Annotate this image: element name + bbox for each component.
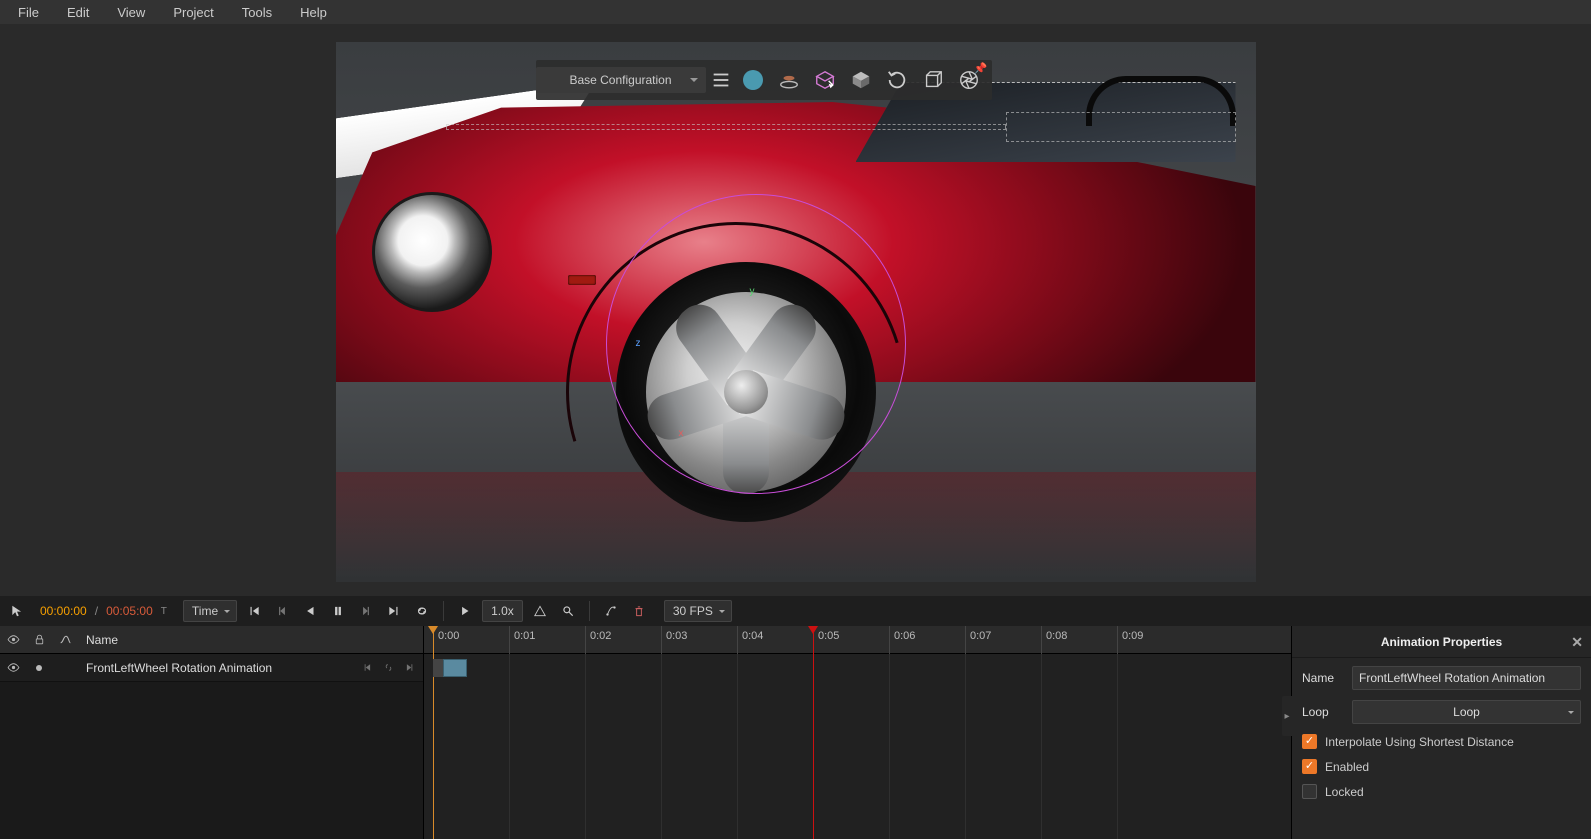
animation-properties-panel: ▸ Animation Properties ✕ Name Loop Loop [1291, 626, 1591, 839]
prop-loop-label: Loop [1302, 705, 1344, 719]
speed-display[interactable]: 1.0x [482, 600, 523, 622]
timeline-clip-row [424, 654, 1291, 682]
shaded-cube-icon[interactable] [844, 63, 878, 97]
car-side-marker [568, 275, 596, 285]
step-forward-button[interactable] [355, 600, 377, 622]
animation-clip[interactable] [443, 659, 467, 677]
close-icon[interactable]: ✕ [1571, 634, 1583, 651]
prop-loop-value: Loop [1453, 705, 1480, 719]
turntable-icon[interactable] [772, 63, 806, 97]
menu-file[interactable]: File [4, 2, 53, 23]
curve-column-icon[interactable] [52, 633, 78, 646]
transport-bar: 00:00:00 / 00:05:00 T Time 1.0x 30 FPS [0, 596, 1591, 626]
time-mode-dropdown[interactable]: Time [183, 600, 237, 622]
lock-column-icon[interactable] [26, 633, 52, 646]
prop-enabled-label: Enabled [1325, 760, 1369, 774]
fps-dropdown[interactable]: 30 FPS [664, 600, 732, 622]
panel-title-bar: Animation Properties ✕ [1292, 626, 1591, 658]
ruler-tick[interactable]: 0:08 [1041, 626, 1067, 654]
play-reverse-button[interactable] [299, 600, 321, 622]
ruler-tick[interactable]: 0:03 [661, 626, 687, 654]
ruler-tick[interactable]: 0:01 [509, 626, 535, 654]
ruler-tick[interactable]: 0:09 [1117, 626, 1143, 654]
prop-name-label: Name [1302, 671, 1344, 685]
prop-interpolate-label: Interpolate Using Shortest Distance [1325, 735, 1514, 749]
pause-button[interactable] [327, 600, 349, 622]
rotate-icon[interactable] [880, 63, 914, 97]
prop-locked-checkbox[interactable] [1302, 784, 1317, 799]
loop-button[interactable] [411, 600, 433, 622]
menu-project[interactable]: Project [159, 2, 227, 23]
panel-collapse-handle[interactable]: ▸ [1282, 696, 1292, 736]
menu-bar: File Edit View Project Tools Help [0, 0, 1591, 24]
timecode-sep: / [95, 604, 98, 618]
fps-label: 30 FPS [673, 604, 713, 618]
box-icon[interactable] [916, 63, 950, 97]
link-toggle[interactable] [379, 659, 397, 677]
pick-cursor-icon[interactable] [6, 600, 28, 622]
prop-loop-select[interactable]: Loop [1352, 700, 1581, 724]
ruler-tick[interactable]: 0:02 [585, 626, 611, 654]
ruler-tick[interactable]: 0:07 [965, 626, 991, 654]
visibility-column-icon[interactable] [0, 633, 26, 646]
panel-title: Animation Properties [1381, 635, 1502, 649]
prev-key-button[interactable] [359, 659, 377, 677]
track-visibility-toggle[interactable] [0, 661, 26, 674]
select-cube-icon[interactable] [808, 63, 842, 97]
clip-segment[interactable] [433, 659, 443, 677]
animation-panel: 00:00:00 / 00:05:00 T Time 1.0x 30 FPS [0, 596, 1591, 839]
axis-z-label: z [636, 338, 641, 349]
goto-end-button[interactable] [383, 600, 405, 622]
keyframe-add-icon[interactable] [529, 600, 551, 622]
car-headlight [372, 192, 492, 312]
menu-edit[interactable]: Edit [53, 2, 103, 23]
rotation-gizmo[interactable] [606, 194, 906, 494]
prop-locked-label: Locked [1325, 785, 1364, 799]
configuration-dropdown[interactable]: Base Configuration [536, 67, 706, 93]
selection-dashed [446, 124, 1006, 130]
search-key-icon[interactable] [557, 600, 579, 622]
step-back-button[interactable] [271, 600, 293, 622]
menu-view[interactable]: View [103, 2, 159, 23]
ruler-tick[interactable]: 0:06 [889, 626, 915, 654]
menu-help[interactable]: Help [286, 2, 341, 23]
viewport-3d[interactable]: z y x 📌 Base Configuration [336, 42, 1256, 582]
timecode-current: 00:00:00 [40, 604, 87, 618]
menu-tools[interactable]: Tools [228, 2, 286, 23]
goto-start-button[interactable] [243, 600, 265, 622]
timecode-suffix: T [161, 606, 167, 617]
pin-icon[interactable]: 📌 [974, 62, 988, 75]
delete-key-icon[interactable] [628, 600, 650, 622]
main-area: z y x 📌 Base Configuration [0, 24, 1591, 596]
track-name-header: Name [78, 633, 423, 647]
sphere-icon[interactable] [736, 63, 770, 97]
track-list: Name FrontLeftWheel Rotation Animation [0, 626, 424, 839]
next-key-button[interactable] [399, 659, 417, 677]
axis-x-label: x [679, 428, 684, 439]
timeline-ruler[interactable]: 0:000:010:020:030:040:050:060:070:080:09 [424, 626, 1291, 654]
timeline[interactable]: 0:000:010:020:030:040:050:060:070:080:09 [424, 626, 1291, 839]
track-name: FrontLeftWheel Rotation Animation [78, 661, 359, 675]
prop-name-input[interactable] [1352, 666, 1581, 690]
speed-label: 1.0x [491, 604, 514, 618]
selection-dashed [1006, 112, 1236, 142]
track-list-header: Name [0, 626, 423, 654]
curve-tangent-icon[interactable] [600, 600, 622, 622]
list-icon[interactable] [708, 63, 734, 97]
prop-enabled-checkbox[interactable] [1302, 759, 1317, 774]
track-row[interactable]: FrontLeftWheel Rotation Animation [0, 654, 423, 682]
play-button[interactable] [454, 600, 476, 622]
prop-interpolate-checkbox[interactable] [1302, 734, 1317, 749]
axis-y-label: y [750, 286, 755, 297]
timecode-total: 00:05:00 [106, 604, 153, 618]
time-mode-label: Time [192, 604, 218, 618]
viewport-toolbar: 📌 Base Configuration [536, 60, 992, 100]
track-keyframe-dot[interactable] [26, 665, 52, 671]
ruler-tick[interactable]: 0:04 [737, 626, 763, 654]
configuration-label: Base Configuration [569, 73, 671, 87]
